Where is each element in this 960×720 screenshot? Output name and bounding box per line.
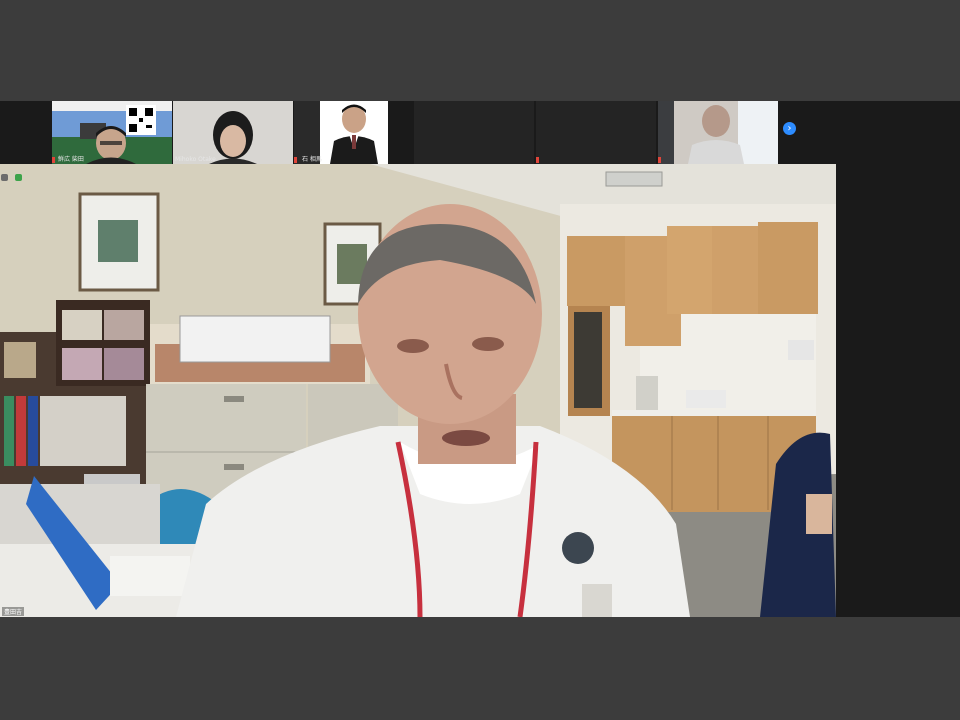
participant-name-5 <box>536 125 656 135</box>
active-speaker-video: 豊田吉 <box>0 164 836 617</box>
speaker-video-frame <box>0 164 836 617</box>
participant-tile-3[interactable]: 石 相馬 <box>294 101 388 164</box>
participant-name-3: 石 相馬 <box>302 156 322 163</box>
participant-name-2: Mihoko Otake <box>175 156 216 163</box>
right-margin <box>836 164 960 617</box>
bottom-margin <box>0 617 960 720</box>
participant-video-6 <box>658 101 778 164</box>
participant-name-4 <box>414 125 534 135</box>
participant-tile-1[interactable]: 鮮広 柴田 <box>52 101 172 164</box>
connection-status <box>1 166 24 185</box>
participant-tile-5[interactable] <box>536 101 656 164</box>
participant-tile-6[interactable] <box>658 101 778 164</box>
participant-video-2 <box>173 101 293 164</box>
participant-tile-4[interactable] <box>414 101 534 164</box>
shield-icon <box>15 174 23 181</box>
participant-name-6 <box>664 154 670 163</box>
mic-muted-icon <box>658 157 661 163</box>
mic-muted-icon <box>294 157 297 163</box>
mic-muted-icon <box>52 157 55 163</box>
top-margin <box>0 0 960 101</box>
gallery-strip: 鮮広 柴田 Mihoko Otake 石 相馬 <box>0 101 960 164</box>
signal-icon <box>1 174 8 181</box>
speaker-name-label: 豊田吉 <box>2 607 25 616</box>
mic-muted-icon <box>536 157 539 163</box>
participant-name-1: 鮮広 柴田 <box>58 156 84 163</box>
chevron-right-icon[interactable]: › <box>783 122 796 135</box>
participant-tile-2[interactable]: Mihoko Otake <box>173 101 293 164</box>
